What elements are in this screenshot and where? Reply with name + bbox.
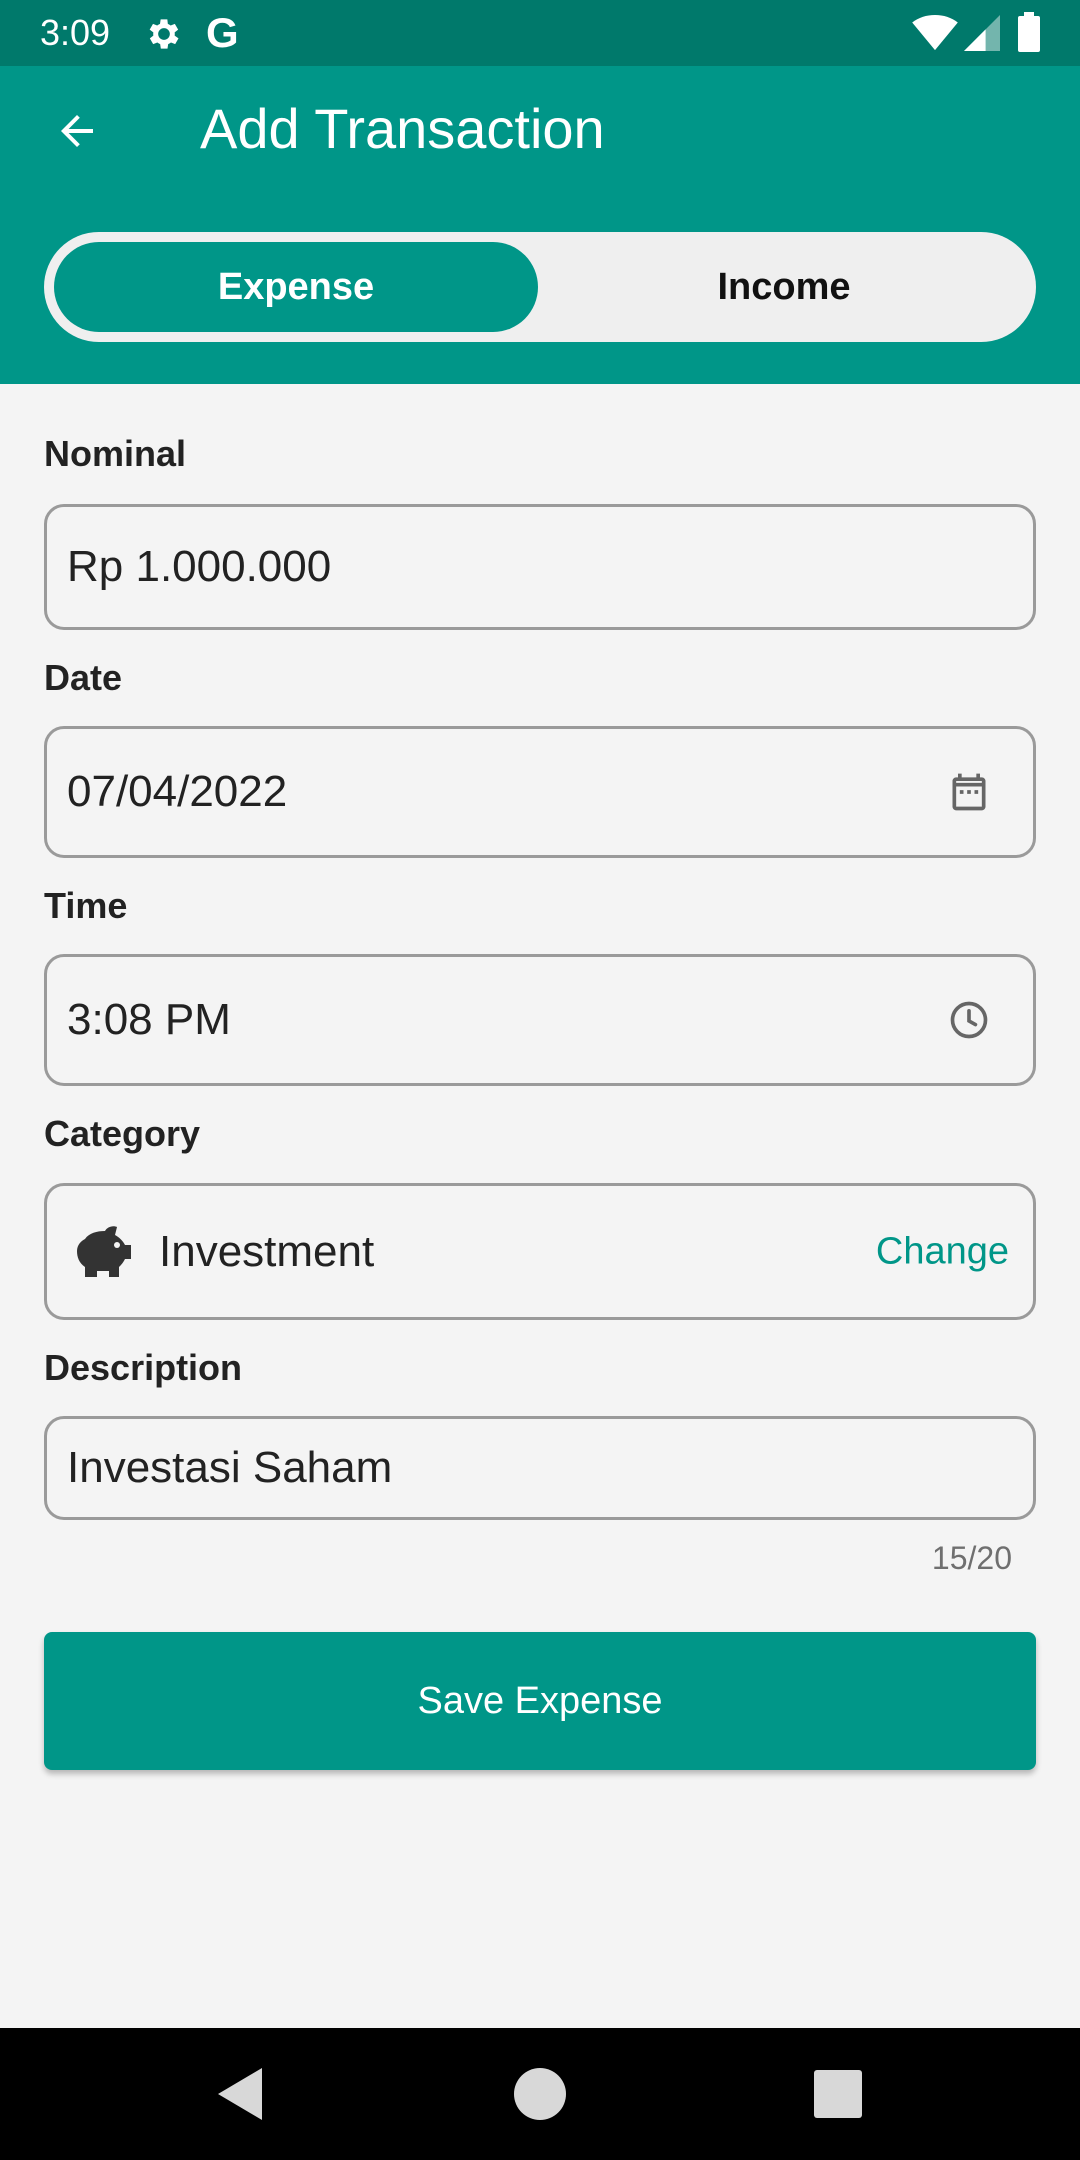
time-value: 3:08 PM: [67, 995, 231, 1044]
calendar-icon[interactable]: [947, 770, 991, 814]
description-value: Investasi Saham: [67, 1443, 393, 1492]
transaction-type-toggle: Expense Income: [44, 232, 1036, 342]
nominal-value: Rp 1.000.000: [67, 542, 332, 591]
battery-icon: [1018, 12, 1040, 52]
status-bar: 3:09 G: [0, 0, 1080, 66]
date-label: Date: [44, 657, 123, 698]
gear-icon: [149, 19, 179, 49]
change-category-link[interactable]: Change: [876, 1230, 1009, 1273]
save-expense-button[interactable]: Save Expense: [44, 1632, 1036, 1770]
arrow-left-icon: [61, 115, 93, 147]
time-field[interactable]: 3:08 PM: [44, 954, 1036, 1086]
signal-icon: [964, 15, 1000, 51]
description-field[interactable]: Investasi Saham: [44, 1416, 1036, 1520]
back-button[interactable]: [44, 98, 110, 164]
tab-income[interactable]: Income: [542, 242, 1026, 332]
tab-expense[interactable]: Expense: [54, 242, 538, 332]
google-icon: G: [206, 9, 239, 56]
recents-square-icon[interactable]: [808, 2064, 868, 2124]
page-title: Add Transaction: [200, 97, 605, 160]
category-label: Category: [44, 1113, 201, 1154]
clock-icon[interactable]: [947, 998, 991, 1042]
time-label: Time: [44, 885, 128, 926]
category-field[interactable]: Investment Change: [44, 1183, 1036, 1320]
nominal-field[interactable]: Rp 1.000.000: [44, 504, 1036, 630]
description-label: Description: [44, 1347, 243, 1388]
category-value: Investment: [159, 1226, 375, 1276]
date-field[interactable]: 07/04/2022: [44, 726, 1036, 858]
app-header: Add Transaction Expense Income: [0, 66, 1080, 384]
piggy-bank-icon: [77, 1225, 131, 1277]
wifi-icon: [912, 14, 958, 51]
home-circle-icon[interactable]: [510, 2064, 570, 2124]
status-time: 3:09: [40, 12, 111, 53]
nominal-label: Nominal: [44, 433, 187, 474]
date-value: 07/04/2022: [67, 767, 288, 816]
back-triangle-icon[interactable]: [210, 2064, 270, 2124]
description-char-counter: 15/20: [931, 1540, 1012, 1576]
navigation-bar: [0, 2028, 1080, 2160]
